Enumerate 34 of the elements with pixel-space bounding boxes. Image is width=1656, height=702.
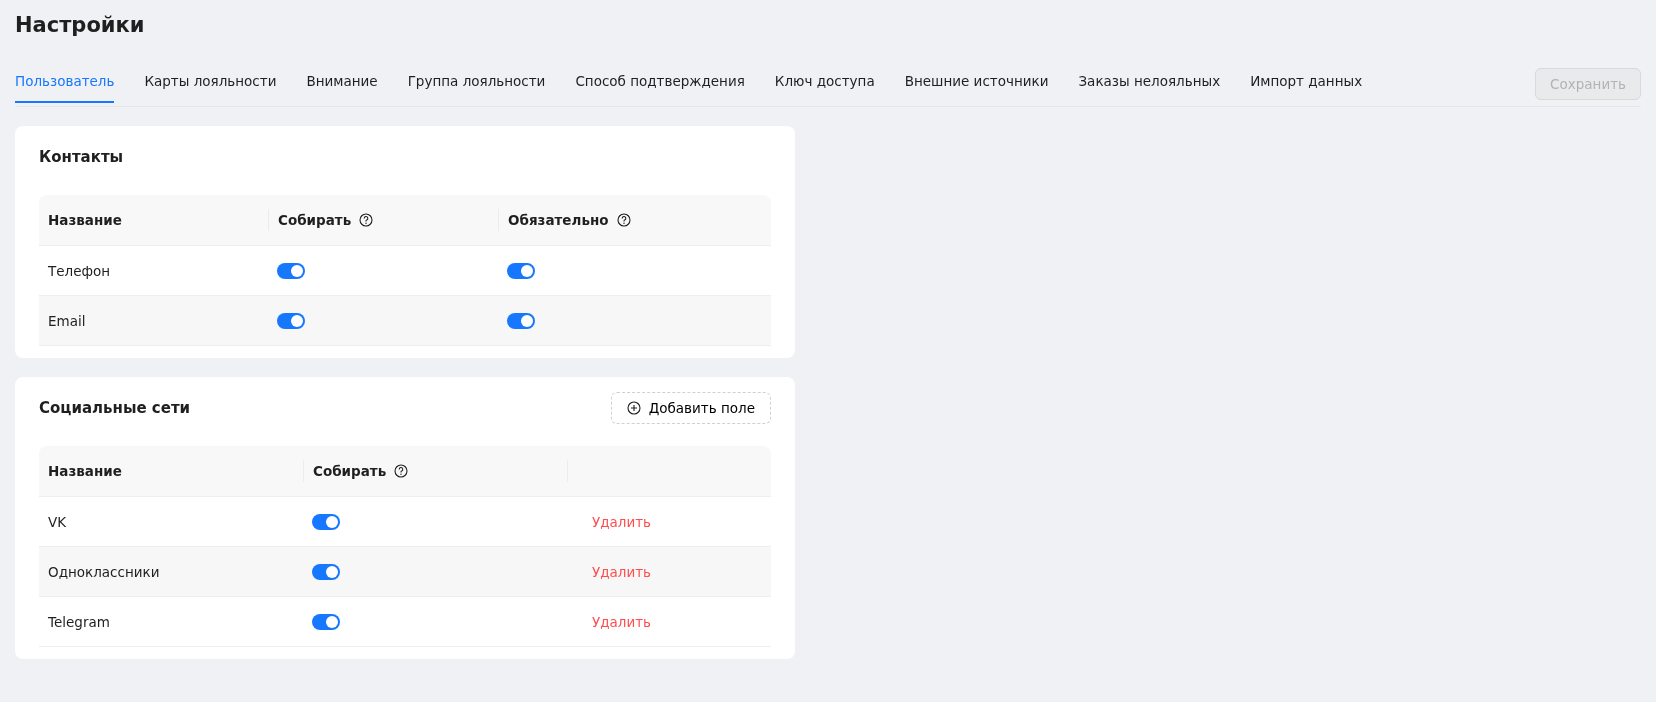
tab[interactable]: Внешние источники xyxy=(904,72,1049,103)
table-cell-text: Email xyxy=(47,312,87,329)
tab[interactable]: Пользователь xyxy=(15,72,115,103)
plus-circle-icon xyxy=(626,400,641,415)
help-icon xyxy=(394,464,409,478)
table-cell-text: Telegram xyxy=(47,613,111,630)
table-cell-text: Телефон xyxy=(47,262,112,279)
toggle-switch[interactable] xyxy=(312,613,340,630)
toggle-switch[interactable] xyxy=(277,312,305,329)
tab[interactable]: Карты лояльности xyxy=(144,72,277,103)
card-title: Социальные сети xyxy=(39,398,191,417)
toggle-switch[interactable] xyxy=(507,262,535,279)
tab[interactable]: Способ подтверждения xyxy=(575,72,745,103)
table-cell-text: VK xyxy=(47,513,68,530)
column-header: Название xyxy=(48,212,122,228)
help-icon xyxy=(359,213,374,227)
tab[interactable]: Импорт данных xyxy=(1250,72,1363,103)
add-field-button[interactable]: Добавить поле xyxy=(610,391,771,424)
column-header: Собирать xyxy=(313,463,387,479)
column-header: Название xyxy=(48,463,122,479)
column-header: Собирать xyxy=(278,212,352,228)
help-icon xyxy=(616,213,631,227)
toggle-switch[interactable] xyxy=(507,312,535,329)
column-header: Обязательно xyxy=(508,212,609,228)
tab[interactable]: Внимание xyxy=(306,72,378,103)
table-cell-text: Одноклассники xyxy=(47,563,161,580)
toggle-switch[interactable] xyxy=(312,513,340,530)
tab[interactable]: Ключ доступа xyxy=(774,72,875,103)
toggle-switch[interactable] xyxy=(312,563,340,580)
toggle-switch[interactable] xyxy=(277,262,305,279)
tab[interactable]: Группа лояльности xyxy=(407,72,546,103)
page-title: Настройки xyxy=(15,12,146,38)
tab[interactable]: Заказы нелояльных xyxy=(1078,72,1221,103)
card-title: Контакты xyxy=(39,147,124,166)
